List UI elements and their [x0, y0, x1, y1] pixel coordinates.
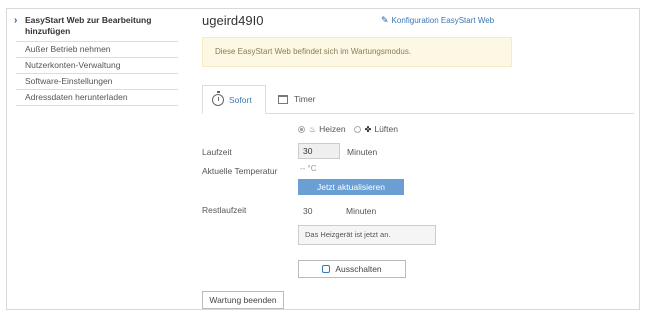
sidebar-item-add-easystart[interactable]: › EasyStart Web zur Bearbeitung hinzufüg… — [14, 12, 178, 42]
page-title: ugeird49I0 — [202, 13, 264, 28]
mode-label-heizen: Heizen — [319, 124, 346, 134]
switch-off-button[interactable]: Ausschalten — [298, 260, 406, 278]
power-icon — [322, 265, 331, 273]
radio-heizen[interactable] — [298, 125, 305, 133]
sidebar: › EasyStart Web zur Bearbeitung hinzufüg… — [14, 12, 178, 106]
chevron-right-icon: › — [14, 15, 18, 26]
config-link[interactable]: ✎ Konfiguration EasyStart Web — [381, 15, 494, 26]
temperature-label: Aktuelle Temperatur — [202, 166, 278, 176]
sidebar-item-label: Adressdaten herunterladen — [25, 92, 128, 102]
tab-label: Timer — [294, 94, 316, 104]
tab-sofort[interactable]: Sofort — [202, 85, 266, 114]
refresh-button[interactable]: Jetzt aktualisieren — [298, 179, 404, 195]
radio-lueften[interactable] — [353, 125, 361, 133]
runtime-input[interactable]: 30 — [298, 143, 340, 159]
remaining-time-label: Restlaufzeit — [202, 205, 247, 215]
maintenance-alert: Diese EasyStart Web befindet sich im War… — [202, 37, 512, 67]
runtime-label: Laufzeit — [202, 147, 232, 157]
tab-timer[interactable]: Timer — [274, 85, 315, 113]
heater-icon: ♨ — [309, 124, 317, 134]
stopwatch-icon — [212, 90, 224, 106]
fan-icon: ✤ — [364, 124, 372, 134]
status-message: Das Heizgerät ist jetzt an. — [298, 225, 436, 245]
remaining-time-value: 30 — [303, 206, 313, 216]
runtime-unit: Minuten — [347, 147, 378, 157]
sidebar-item-software-settings[interactable]: Software-Einstellungen — [16, 74, 178, 90]
mode-label-lueften: Lüften — [374, 124, 398, 134]
sidebar-item-label: Nutzerkonten-Verwaltung — [25, 60, 121, 70]
sidebar-item-label: Außer Betrieb nehmen — [25, 44, 111, 54]
calendar-icon — [278, 94, 288, 104]
wrench-icon: ✎ — [381, 15, 389, 25]
config-link-label: Konfiguration EasyStart Web — [391, 16, 495, 25]
mode-selector: ♨ Heizen ✤ Lüften — [298, 124, 406, 134]
tab-label: Sofort — [229, 94, 252, 105]
sidebar-item-decommission[interactable]: Außer Betrieb nehmen — [16, 42, 178, 58]
end-maintenance-button[interactable]: Wartung beenden — [202, 291, 284, 309]
switch-off-label: Ausschalten — [335, 264, 382, 274]
sidebar-item-label: Software-Einstellungen — [25, 76, 113, 86]
remaining-time-unit: Minuten — [346, 206, 377, 216]
tab-bar: Sofort Timer — [202, 85, 634, 114]
sidebar-item-user-accounts[interactable]: Nutzerkonten-Verwaltung — [16, 58, 178, 74]
sidebar-item-download-address-data[interactable]: Adressdaten herunterladen — [16, 90, 178, 106]
sidebar-item-label: EasyStart Web zur Bearbeitung hinzufügen — [25, 15, 152, 36]
temperature-value: -- °C — [300, 164, 317, 173]
